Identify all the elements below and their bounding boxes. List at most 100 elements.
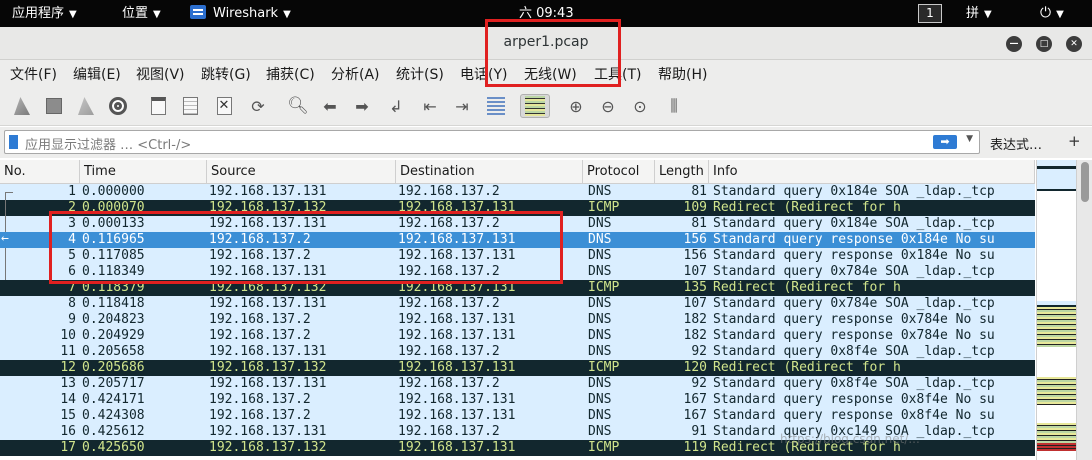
main-toolbar: ⟳ 🔍︎ ⬅ ➡ ↲ ⇤ ⇥ ⊕ ⊖ ⊙ ⫼: [0, 86, 1092, 126]
add-filter-button[interactable]: +: [1068, 132, 1081, 150]
packet-row[interactable]: 8 0.118418 192.168.137.131 192.168.137.2 DNS…: [0, 296, 1035, 312]
apply-filter-icon[interactable]: ➡: [933, 135, 957, 149]
packet-row[interactable]: 7 0.118379 192.168.137.132 192.168.137.131 I…: [0, 280, 1035, 296]
packet-cell-len: 119: [683, 440, 707, 455]
close-file-icon[interactable]: [212, 94, 236, 118]
column-header-source[interactable]: Source: [207, 160, 396, 184]
chevron-down-icon[interactable]: ▼: [966, 134, 973, 144]
bookmark-icon[interactable]: [9, 135, 18, 149]
packet-row[interactable]: 12 0.205686 192.168.137.132 192.168.137.131…: [0, 360, 1035, 376]
packet-row[interactable]: 2 0.000070 192.168.137.132 192.168.137.131 I…: [0, 200, 1035, 216]
zoom-out-icon[interactable]: ⊖: [596, 94, 620, 118]
colorize-icon[interactable]: [520, 94, 550, 118]
packet-row[interactable]: 11 0.205658 192.168.137.131 192.168.137.2 DN…: [0, 344, 1035, 360]
packet-row[interactable]: 9 0.204823 192.168.137.2 192.168.137.131 DNS…: [0, 312, 1035, 328]
menu-telephony[interactable]: 电话(Y): [460, 64, 507, 84]
window-title: arper1.pcap: [503, 34, 589, 50]
reload-icon[interactable]: ⟳: [246, 94, 270, 118]
menu-go[interactable]: 跳转(G): [201, 64, 251, 84]
column-header-protocol[interactable]: Protocol: [583, 160, 655, 184]
menu-tools[interactable]: 工具(T): [594, 64, 641, 84]
capture-options-icon[interactable]: [106, 94, 130, 118]
packet-cell-info: Standard query 0x784e SOA _ldap._tcp: [713, 296, 995, 311]
clock[interactable]: 六 09:43: [519, 0, 574, 27]
packet-cell-info: Redirect (Redirect for h: [713, 280, 901, 295]
packet-cell-no: 12: [60, 360, 76, 375]
window-title-bar: arper1.pcap — □ ✕: [0, 27, 1092, 60]
power-icon: ⏻: [1040, 5, 1052, 21]
first-packet-icon[interactable]: ⇤: [418, 94, 442, 118]
auto-scroll-icon[interactable]: [484, 94, 508, 118]
packet-rows: 1 0.000000 192.168.137.131 192.168.137.2 DNS…: [0, 184, 1035, 456]
column-header-time[interactable]: Time: [80, 160, 207, 184]
packet-row[interactable]: 3 0.000133 192.168.137.131 192.168.137.2 DNS…: [0, 216, 1035, 232]
watermark: https://blog.csdn.net/...: [780, 432, 920, 446]
last-packet-icon[interactable]: ⇥: [450, 94, 474, 118]
menu-view[interactable]: 视图(V): [136, 64, 185, 84]
packet-cell-info: Redirect (Redirect for h: [713, 200, 901, 215]
packet-cell-len: 107: [683, 296, 707, 311]
applications-menu[interactable]: 应用程序 ▼: [12, 0, 77, 27]
packet-cell-proto: DNS: [588, 216, 612, 231]
minimize-icon[interactable]: —: [1006, 36, 1022, 52]
open-file-icon[interactable]: [146, 94, 170, 118]
vertical-scrollbar[interactable]: [1076, 160, 1092, 460]
resize-columns-icon[interactable]: ⫼: [662, 94, 686, 118]
packet-cell-len: 107: [683, 264, 707, 279]
find-packet-icon[interactable]: 🔍︎: [286, 94, 310, 118]
menu-analyze[interactable]: 分析(A): [331, 64, 380, 84]
restart-capture-icon[interactable]: [74, 94, 98, 118]
column-header-length[interactable]: Length: [655, 160, 709, 184]
column-header-destination[interactable]: Destination: [396, 160, 583, 184]
packet-cell-dst: 192.168.137.2: [398, 184, 500, 199]
menu-statistics[interactable]: 统计(S): [396, 64, 444, 84]
scrollbar-thumb[interactable]: [1081, 162, 1089, 202]
packet-row[interactable]: 14 0.424171 192.168.137.2 192.168.137.131 DN…: [0, 392, 1035, 408]
stop-capture-icon[interactable]: [42, 94, 66, 118]
packet-cell-len: 120: [683, 360, 707, 375]
menu-capture[interactable]: 捕获(C): [266, 64, 315, 84]
menu-help[interactable]: 帮助(H): [658, 64, 707, 84]
packet-minimap[interactable]: [1036, 160, 1077, 460]
normal-size-icon[interactable]: ⊙: [628, 94, 652, 118]
column-header-no[interactable]: No.: [0, 160, 80, 184]
packet-row[interactable]: 1 0.000000 192.168.137.131 192.168.137.2 DNS…: [0, 184, 1035, 200]
go-to-packet-icon[interactable]: ↲: [384, 94, 408, 118]
input-method-indicator[interactable]: 拼 ▼: [966, 0, 992, 27]
go-forward-icon[interactable]: ➡: [350, 94, 374, 118]
packet-row[interactable]: 4 0.116965 192.168.137.2 192.168.137.131 DNS…: [0, 231, 1035, 248]
packet-cell-src: 192.168.137.131: [209, 376, 327, 391]
packet-cell-info: Standard query response 0x784e No su: [713, 328, 995, 343]
zoom-in-icon[interactable]: ⊕: [564, 94, 588, 118]
system-menu[interactable]: ⏻ ▼: [1040, 0, 1064, 27]
go-back-icon[interactable]: ⬅: [318, 94, 342, 118]
packet-cell-src: 192.168.137.131: [209, 296, 327, 311]
minimap-band: [1037, 443, 1077, 451]
maximize-icon[interactable]: □: [1036, 36, 1052, 52]
column-header-info[interactable]: Info: [709, 160, 1035, 184]
packet-row[interactable]: 5 0.117085 192.168.137.2 192.168.137.131 DNS…: [0, 248, 1035, 264]
chevron-down-icon: ▼: [153, 9, 161, 20]
save-file-icon[interactable]: [178, 94, 202, 118]
menu-wireless[interactable]: 无线(W): [524, 64, 577, 84]
workspace-indicator[interactable]: 1: [918, 4, 942, 23]
packet-list-header: No. Time Source Destination Protocol Len…: [0, 160, 1035, 184]
minimap-band: [1037, 451, 1077, 460]
menu-edit[interactable]: 编辑(E): [73, 64, 121, 84]
close-icon[interactable]: ✕: [1066, 36, 1082, 52]
packet-cell-time: 0.000070: [82, 200, 145, 215]
packet-cell-info: Standard query 0x784e SOA _ldap._tcp: [713, 264, 995, 279]
places-menu[interactable]: 位置 ▼: [122, 0, 161, 27]
app-menu[interactable]: Wireshark ▼: [190, 0, 291, 27]
menu-file[interactable]: 文件(F): [10, 64, 57, 84]
packet-list[interactable]: No. Time Source Destination Protocol Len…: [0, 160, 1035, 460]
packet-row[interactable]: 10 0.204929 192.168.137.2 192.168.137.131 DN…: [0, 328, 1035, 344]
packet-cell-proto: DNS: [588, 312, 612, 327]
expression-button[interactable]: 表达式…: [990, 134, 1042, 153]
packet-cell-src: 192.168.137.2: [209, 312, 311, 327]
start-capture-icon[interactable]: [10, 94, 34, 118]
packet-row[interactable]: 6 0.118349 192.168.137.131 192.168.137.2 DNS…: [0, 264, 1035, 280]
packet-row[interactable]: 15 0.424308 192.168.137.2 192.168.137.131 DN…: [0, 408, 1035, 424]
display-filter-input[interactable]: 应用显示过滤器 … <Ctrl-/> ➡ ▼: [4, 130, 980, 154]
packet-row[interactable]: 13 0.205717 192.168.137.131 192.168.137.2 DN…: [0, 376, 1035, 392]
